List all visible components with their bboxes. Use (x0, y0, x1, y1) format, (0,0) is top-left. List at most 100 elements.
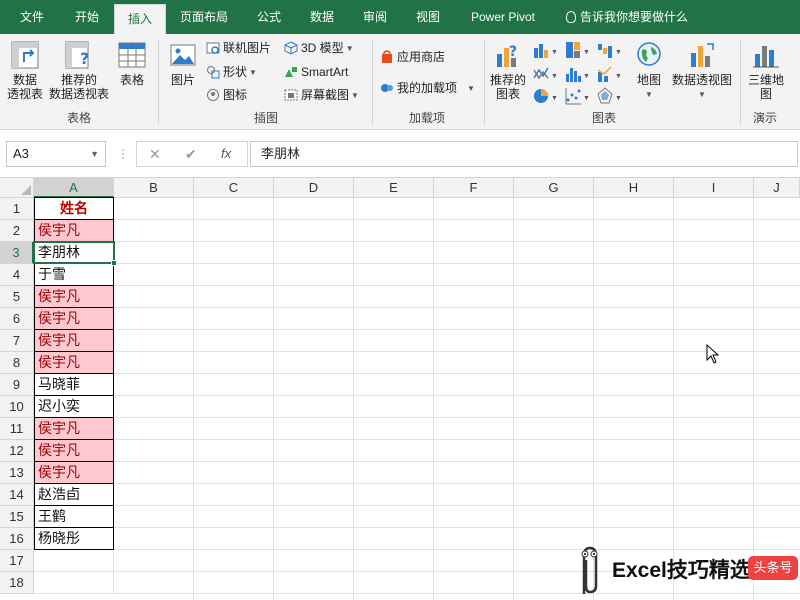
row-header-1[interactable]: 1 (0, 198, 34, 220)
name-box-value: A3 (13, 146, 29, 161)
tab-data[interactable]: 数据 (296, 0, 348, 34)
tell-me-box[interactable]: 告诉我你想要做什么 (566, 0, 688, 34)
smartart-icon (285, 67, 297, 77)
tab-view[interactable]: 视图 (402, 0, 454, 34)
tab-file[interactable]: 文件 (4, 0, 60, 34)
row-header-12[interactable]: 12 (0, 440, 34, 462)
cell-a6[interactable]: 侯宇凡 (34, 308, 114, 330)
icons-button[interactable]: 图标 (206, 85, 247, 105)
tab-insert[interactable]: 插入 (114, 4, 166, 34)
cell-a9[interactable]: 马晓菲 (34, 374, 114, 396)
select-all-corner[interactable] (0, 178, 34, 198)
row-header-4[interactable]: 4 (0, 264, 34, 286)
column-chart-icon[interactable]: ▼ (532, 40, 558, 60)
column-header-f[interactable]: F (434, 178, 514, 198)
column-header-j[interactable]: J (754, 178, 800, 198)
cell-a15[interactable]: 王鹤 (34, 506, 114, 528)
row-header-10[interactable]: 10 (0, 396, 34, 418)
table-label: 表格 (119, 73, 144, 87)
tab-power-pivot[interactable]: Power Pivot (458, 0, 548, 34)
tell-me-text: 告诉我你想要做什么 (580, 10, 689, 24)
row-header-17[interactable]: 17 (0, 550, 34, 572)
cell-a1[interactable]: 姓名 (34, 197, 114, 220)
cell-a14[interactable]: 赵浩卣 (34, 484, 114, 506)
cell-a11[interactable]: 侯宇凡 (34, 418, 114, 440)
screenshot-button[interactable]: 屏幕截图 ▼ (284, 85, 359, 105)
row-header-8[interactable]: 8 (0, 352, 34, 374)
row-header-6[interactable]: 6 (0, 308, 34, 330)
formula-buttons: ✕ ✔ fx (136, 141, 248, 167)
cancel-icon[interactable]: ✕ (149, 142, 161, 166)
recommended-pivot-icon: ? (65, 41, 89, 69)
formula-bar: A3 ▼ ⋮ ✕ ✔ fx 李朋林 (0, 130, 800, 178)
row-header-16[interactable]: 16 (0, 528, 34, 550)
row-header-5[interactable]: 5 (0, 286, 34, 308)
cell-a7[interactable]: 侯宇凡 (34, 330, 114, 352)
pictures-button[interactable]: 图片 (164, 40, 202, 87)
cell-a13[interactable]: 侯宇凡 (34, 462, 114, 484)
row-header-9[interactable]: 9 (0, 374, 34, 396)
cell-a18[interactable] (34, 572, 114, 594)
combo-chart-icon[interactable]: ▼ (596, 64, 622, 84)
column-header-i[interactable]: I (674, 178, 754, 198)
row-header-11[interactable]: 11 (0, 418, 34, 440)
insert-function-icon[interactable]: fx (221, 142, 231, 166)
svg-text:▼: ▼ (551, 73, 558, 80)
cell-a16[interactable]: 杨晓彤 (34, 528, 114, 550)
tab-review[interactable]: 审阅 (350, 0, 400, 34)
row-header-18[interactable]: 18 (0, 572, 34, 594)
tab-formulas[interactable]: 公式 (244, 0, 294, 34)
radar-chart-icon[interactable]: ▼ (596, 86, 622, 106)
pivot-chart-button[interactable]: 数据透视图 ▼ (670, 40, 734, 102)
row-header-3[interactable]: 3 (0, 242, 34, 264)
hierarchy-chart-icon[interactable]: ▼ (564, 40, 590, 60)
column-header-b[interactable]: B (114, 178, 194, 198)
table-button[interactable]: 表格 (114, 40, 150, 87)
waterfall-chart-icon[interactable]: ▼ (596, 40, 622, 60)
row-header-2[interactable]: 2 (0, 220, 34, 242)
scatter-chart-icon[interactable]: ▼ (564, 86, 590, 106)
cell-a4[interactable]: 于雪 (34, 264, 114, 286)
store-button[interactable]: 应用商店 (380, 47, 445, 67)
formula-input[interactable]: 李朋林 (250, 141, 798, 167)
row-header-15[interactable]: 15 (0, 506, 34, 528)
vertical-dots-icon[interactable]: ⋮ (117, 143, 129, 165)
tab-home[interactable]: 开始 (60, 0, 114, 34)
column-header-a[interactable]: A (34, 178, 114, 198)
lightbulb-icon (566, 11, 576, 23)
row-header-13[interactable]: 13 (0, 462, 34, 484)
my-addins-button[interactable]: 我的加载项 ▼ (380, 78, 475, 98)
statistic-chart-icon[interactable]: ▼ (564, 64, 590, 84)
row-header-7[interactable]: 7 (0, 330, 34, 352)
cell-a8[interactable]: 侯宇凡 (34, 352, 114, 374)
shapes-button[interactable]: 形状 ▼ (206, 62, 257, 82)
3d-map-button[interactable]: 三维地 图 (744, 40, 788, 101)
row-header-14[interactable]: 14 (0, 484, 34, 506)
column-header-e[interactable]: E (354, 178, 434, 198)
line-chart-icon[interactable]: ▼ (532, 64, 558, 84)
3d-models-button[interactable]: 3D 模型 ▼ (284, 38, 354, 58)
column-header-g[interactable]: G (514, 178, 594, 198)
recommended-pivot-button[interactable]: ? 推荐的 数据透视表 (46, 40, 112, 101)
maps-button[interactable]: 地图 ▼ (632, 40, 666, 102)
cell-a12[interactable]: 侯宇凡 (34, 440, 114, 462)
column-header-c[interactable]: C (194, 178, 274, 198)
cell-a17[interactable] (34, 550, 114, 572)
pivot-table-button[interactable]: 数据 透视表 (4, 40, 46, 101)
worksheet-grid[interactable] (114, 198, 800, 600)
pie-chart-icon[interactable]: ▼ (532, 86, 558, 106)
online-pictures-button[interactable]: 联机图片 (206, 38, 271, 58)
name-box[interactable]: A3 ▼ (6, 141, 106, 167)
column-header-h[interactable]: H (594, 178, 674, 198)
enter-icon[interactable]: ✔ (185, 142, 197, 166)
column-header-d[interactable]: D (274, 178, 354, 198)
cell-a3[interactable]: 李朋林 (34, 242, 114, 264)
smartart-button[interactable]: SmartArt (284, 62, 348, 82)
cell-a10[interactable]: 迟小奕 (34, 396, 114, 418)
chevron-down-icon[interactable]: ▼ (90, 142, 99, 166)
recommended-charts-button[interactable]: ? 推荐的 图表 (488, 40, 528, 101)
cell-a5[interactable]: 侯宇凡 (34, 286, 114, 308)
cell-a2[interactable]: 侯宇凡 (34, 220, 114, 242)
tab-page-layout[interactable]: 页面布局 (166, 0, 242, 34)
fill-handle[interactable] (111, 260, 117, 266)
